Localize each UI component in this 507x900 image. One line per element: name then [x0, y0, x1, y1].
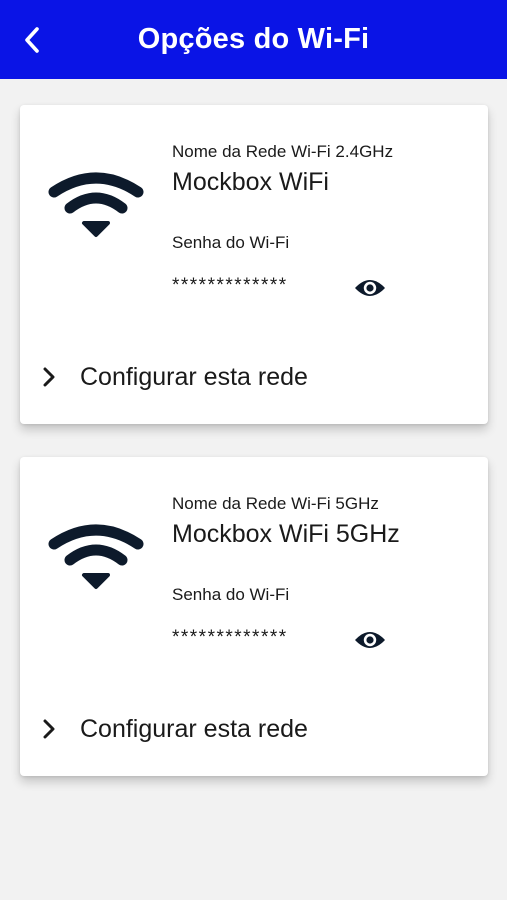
- chevron-right-icon: [38, 718, 60, 740]
- password-value: *************: [172, 275, 288, 296]
- configure-network-button[interactable]: Configurar esta rede: [38, 709, 458, 749]
- app-header: Opções do Wi-Fi: [0, 0, 507, 79]
- chevron-right-icon: [38, 366, 60, 388]
- network-band-label: Nome da Rede Wi-Fi 5GHz: [172, 494, 379, 513]
- wifi-icon: [48, 172, 144, 237]
- password-value: *************: [172, 627, 288, 648]
- password-label: Senha do Wi-Fi: [172, 585, 290, 604]
- back-button[interactable]: [14, 22, 50, 58]
- wifi-icon: [48, 524, 144, 589]
- network-card-5ghz: Nome da Rede Wi-Fi 5GHz Mockbox WiFi 5GH…: [20, 457, 488, 776]
- network-band-label: Nome da Rede Wi-Fi 2.4GHz: [172, 142, 394, 161]
- show-password-button[interactable]: [354, 627, 386, 653]
- network-ssid: Mockbox WiFi: [172, 168, 329, 196]
- show-password-button[interactable]: [354, 275, 386, 301]
- network-card-2-4ghz: Nome da Rede Wi-Fi 2.4GHz Mockbox WiFi S…: [20, 105, 488, 424]
- eye-icon: [355, 280, 385, 296]
- chevron-left-icon: [25, 27, 39, 53]
- configure-network-label: Configurar esta rede: [80, 714, 308, 743]
- page-title: Opções do Wi-Fi: [137, 23, 370, 55]
- network-ssid: Mockbox WiFi 5GHz: [172, 520, 400, 548]
- configure-network-label: Configurar esta rede: [80, 362, 308, 391]
- eye-icon: [355, 632, 385, 648]
- configure-network-button[interactable]: Configurar esta rede: [38, 357, 458, 397]
- password-label: Senha do Wi-Fi: [172, 233, 290, 252]
